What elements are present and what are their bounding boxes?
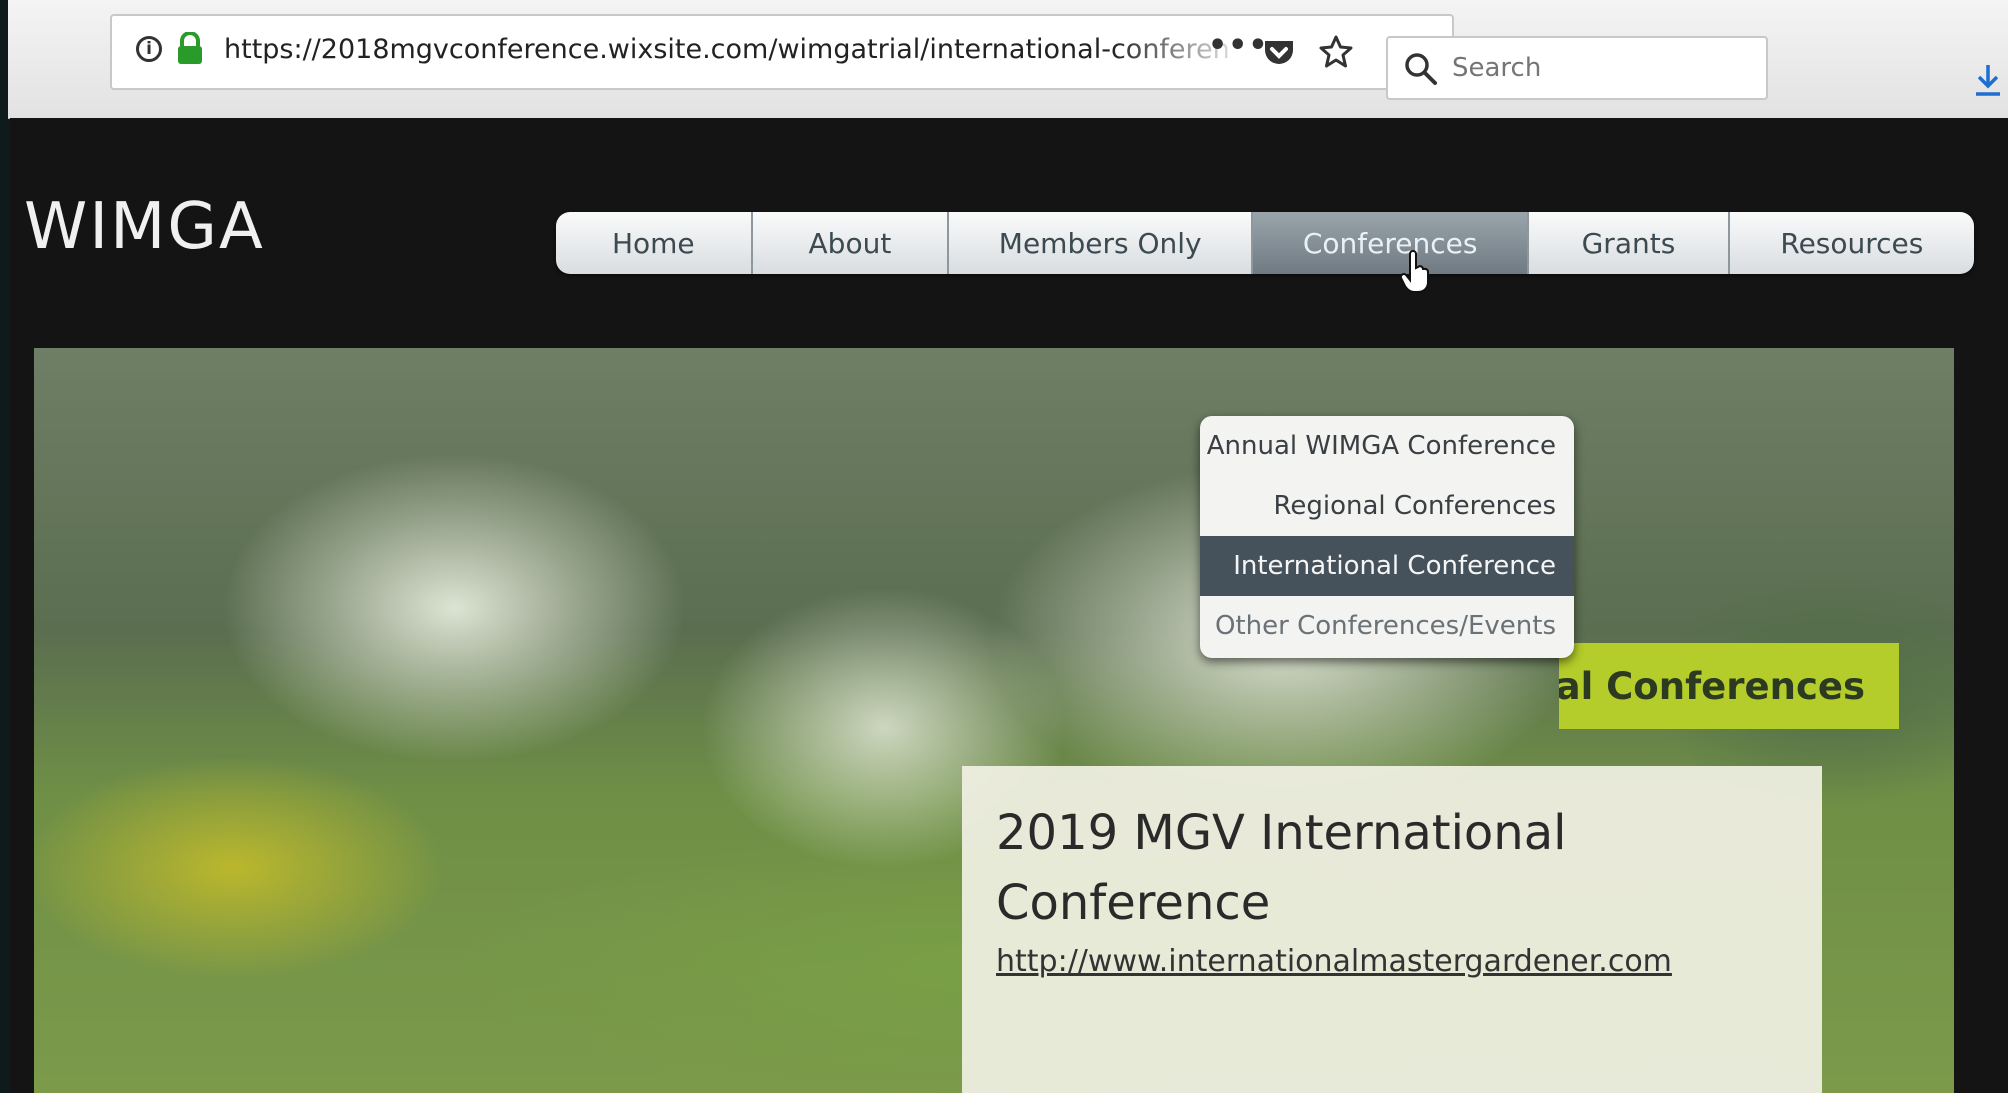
dropdown-item-annual[interactable]: Annual WIMGA Conference xyxy=(1200,416,1574,476)
pocket-icon[interactable] xyxy=(1262,38,1296,68)
nav-about[interactable]: About xyxy=(753,212,950,274)
hero-ribbon: al Conferences xyxy=(1559,643,1899,729)
lock-icon xyxy=(178,32,202,64)
dropdown-item-regional[interactable]: Regional Conferences xyxy=(1200,476,1574,536)
nav-resources[interactable]: Resources xyxy=(1730,212,1974,274)
search-icon xyxy=(1405,53,1437,85)
browser-toolbar: i https://2018mgvconference.wixsite.com/… xyxy=(8,0,2008,119)
hand-cursor-icon xyxy=(1400,250,1429,293)
url-text[interactable]: https://2018mgvconference.wixsite.com/wi… xyxy=(224,34,1244,65)
card-link[interactable]: http://www.internationalmastergardener.c… xyxy=(996,944,1788,979)
search-input[interactable] xyxy=(1450,48,1744,88)
nav-grants[interactable]: Grants xyxy=(1529,212,1730,274)
search-box[interactable] xyxy=(1386,36,1768,100)
nav-conferences[interactable]: Conferences xyxy=(1253,212,1530,274)
dropdown-item-international[interactable]: International Conference xyxy=(1200,536,1574,596)
download-icon[interactable] xyxy=(1972,62,2004,98)
conferences-dropdown: Annual WIMGA Conference Regional Confere… xyxy=(1200,416,1574,658)
card-title: 2019 MGV International Conference xyxy=(996,805,1567,931)
address-bar[interactable]: i https://2018mgvconference.wixsite.com/… xyxy=(110,14,1454,90)
site-logo[interactable]: WIMGA xyxy=(24,190,265,264)
nav-members-only[interactable]: Members Only xyxy=(949,212,1254,274)
hero-card: 2019 MGV International Conference http:/… xyxy=(962,766,1822,1093)
website: WIMGA Home About Members Only Conference… xyxy=(10,118,2008,1093)
main-nav: Home About Members Only Conferences Gran… xyxy=(556,212,1974,274)
nav-home[interactable]: Home xyxy=(556,212,753,274)
dropdown-item-other[interactable]: Other Conferences/Events xyxy=(1200,596,1574,656)
more-actions-icon[interactable]: ••• xyxy=(1208,28,1269,63)
info-icon[interactable]: i xyxy=(136,36,162,62)
bookmark-star-icon[interactable] xyxy=(1318,34,1354,70)
